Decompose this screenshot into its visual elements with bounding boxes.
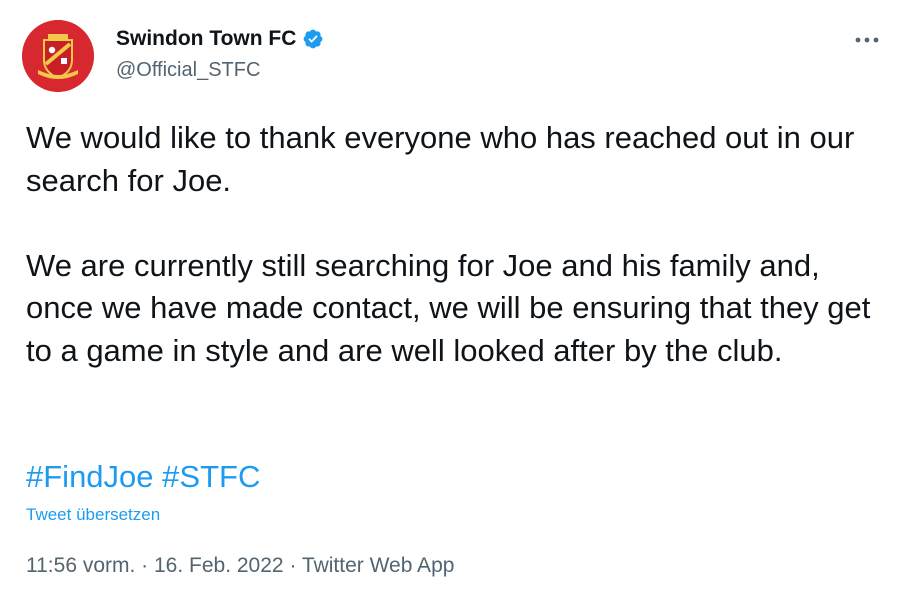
more-options-icon[interactable] — [852, 28, 882, 52]
author-display-name[interactable]: Swindon Town FC — [116, 27, 296, 51]
translate-tweet-link[interactable]: Tweet übersetzen — [26, 505, 160, 525]
author-handle[interactable]: @Official_STFC — [116, 59, 260, 82]
hashtag-link[interactable]: #STFC — [162, 459, 260, 494]
tweet-card: Swindon Town FC @Official_STFC We would … — [0, 0, 900, 591]
tweet-text: We would like to thank everyone who has … — [26, 117, 876, 372]
tweet-time[interactable]: 11:56 vorm. — [26, 554, 135, 577]
meta-separator: · — [283, 554, 302, 577]
tweet-source[interactable]: Twitter Web App — [302, 554, 455, 577]
tweet-paragraph: We would like to thank everyone who has … — [26, 120, 855, 198]
author-name-row[interactable]: Swindon Town FC — [116, 27, 324, 51]
hashtag-link[interactable]: #FindJoe — [26, 459, 154, 494]
verified-badge-icon — [302, 28, 324, 50]
tweet-metadata: 11:56 vorm. · 16. Feb. 2022 · Twitter We… — [26, 554, 454, 578]
avatar[interactable] — [22, 20, 94, 92]
swindon-town-crest-icon — [22, 20, 94, 92]
tweet-date[interactable]: 16. Feb. 2022 — [154, 554, 284, 577]
meta-separator: · — [135, 554, 154, 577]
tweet-paragraph: We are currently still searching for Joe… — [26, 247, 871, 368]
hashtags: #FindJoe #STFC — [26, 457, 260, 497]
